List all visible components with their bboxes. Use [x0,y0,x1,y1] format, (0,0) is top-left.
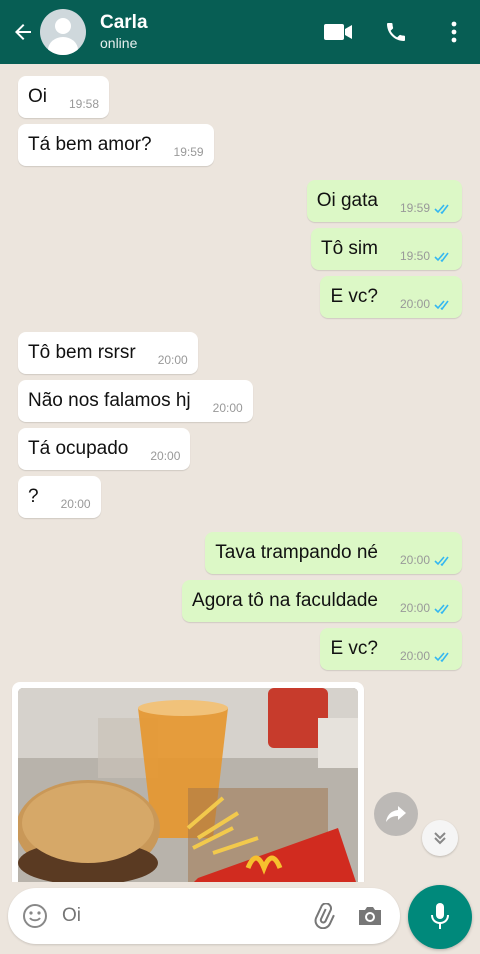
message-time: 20:00 [212,401,243,415]
message-outgoing[interactable]: Tô sim 19:50 [310,228,462,270]
forward-button[interactable] [374,792,418,836]
message-incoming[interactable]: Não nos falamos hj 20:00 [18,380,253,422]
message-time: 19:58 [69,97,100,111]
more-vert-icon [451,21,457,43]
message-composer [8,888,400,944]
contact-name: Carla [100,12,148,33]
message-input[interactable] [62,905,308,927]
message-text: E vc? [330,286,378,307]
message-time: 20:00 [60,497,91,511]
back-button[interactable] [8,17,38,47]
message-incoming[interactable]: Tá bem amor? 19:59 [18,124,214,166]
contact-info[interactable]: Carla online [100,12,296,52]
message-incoming[interactable]: Tô bem rsrsr 20:00 [18,332,198,374]
phone-icon [387,23,405,41]
emoji-icon [23,904,47,928]
read-ticks-icon [434,651,452,662]
scroll-down-button[interactable] [422,820,458,856]
attach-button[interactable] [308,900,340,932]
avatar[interactable] [40,9,86,55]
video-call-button[interactable] [322,16,354,48]
photo-message[interactable] [12,682,364,882]
message-incoming[interactable]: Oi 19:58 [18,76,110,118]
voice-record-button[interactable] [408,885,472,949]
message-time: 20:00 [399,297,430,311]
chat-header: Carla online [0,0,480,64]
message-text: Tava trampando né [215,542,378,563]
microphone-icon [431,903,449,929]
read-ticks-icon [434,299,452,310]
paperclip-icon [314,903,335,929]
message-outgoing[interactable]: E vc? 20:00 [320,276,462,318]
menu-button[interactable] [438,16,470,48]
read-ticks-icon [434,203,452,214]
message-text: Tá ocupado [28,438,129,459]
message-outgoing[interactable]: E vc? 20:00 [320,628,462,670]
emoji-button[interactable] [20,901,50,931]
message-text: ? [28,486,39,507]
message-outgoing[interactable]: Oi gata 19:59 [306,180,462,222]
read-ticks-icon [434,603,452,614]
arrow-left-icon [15,24,31,40]
message-outgoing[interactable]: Tava trampando né 20:00 [205,532,462,574]
contact-status: online [100,35,138,51]
message-text: Agora tô na faculdade [192,590,378,611]
message-text: Oi gata [316,190,378,211]
message-text: Tô bem rsrsr [28,342,136,363]
video-call-icon [324,24,352,40]
message-text: Não nos falamos hj [28,390,191,411]
message-text: Oi [28,86,47,107]
camera-icon [359,907,381,925]
double-chevron-down-icon [434,832,446,845]
camera-button[interactable] [354,900,386,932]
message-text: E vc? [330,638,378,659]
message-incoming[interactable]: Tá ocupado 20:00 [18,428,191,470]
forward-icon [386,806,406,822]
photo-fast-food-meal[interactable] [18,688,358,882]
photo-illustration [18,688,358,882]
message-text: Tá bem amor? [28,134,152,155]
read-ticks-icon [434,251,452,262]
chat-area[interactable]: Oi 19:58 Tá bem amor? 19:59 Oi gata 19:5… [0,64,480,882]
message-time: 20:00 [150,449,181,463]
message-time: 19:59 [173,145,204,159]
message-outgoing[interactable]: Agora tô na faculdade 20:00 [182,580,462,622]
message-time: 20:00 [399,649,430,663]
message-time: 20:00 [157,353,188,367]
message-time: 19:59 [399,201,430,215]
message-time: 19:50 [399,249,430,263]
message-text: Tô sim [320,238,378,259]
message-incoming[interactable]: ? 20:00 [18,476,101,518]
message-time: 20:00 [399,601,430,615]
message-time: 20:00 [399,553,430,567]
voice-call-button[interactable] [380,16,412,48]
read-ticks-icon [434,555,452,566]
